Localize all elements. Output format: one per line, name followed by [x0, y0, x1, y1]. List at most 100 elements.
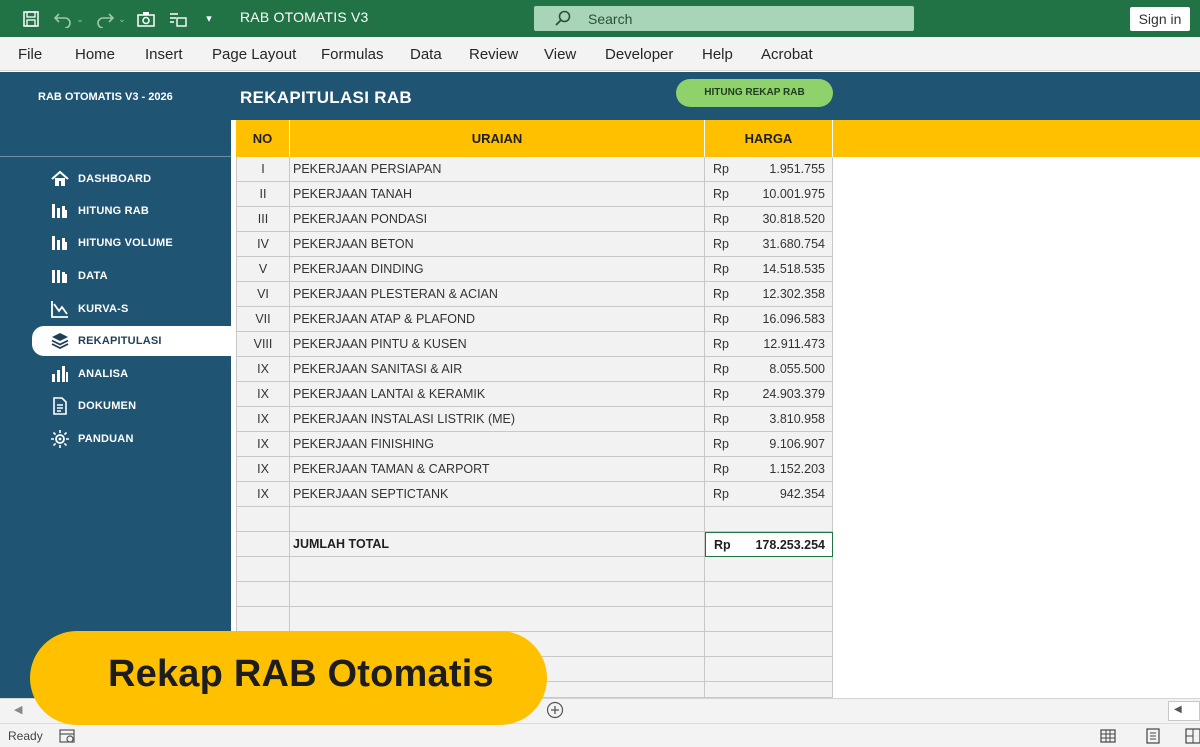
cell-uraian[interactable]: PEKERJAAN INSTALASI LISTRIK (ME): [290, 407, 705, 432]
tab-scroll-left-icon[interactable]: ◀: [14, 703, 22, 716]
cell-uraian[interactable]: PEKERJAAN SEPTICTANK: [290, 482, 705, 507]
page-layout-view-icon[interactable]: [1144, 727, 1162, 745]
table-row[interactable]: V PEKERJAAN DINDING Rp 14.518.535: [236, 257, 833, 282]
total-row[interactable]: JUMLAH TOTAL Rp 178.253.254: [236, 532, 833, 557]
tab-page-layout[interactable]: Page Layout: [212, 46, 296, 63]
page-break-view-icon[interactable]: [1184, 727, 1200, 745]
table-row[interactable]: IX PEKERJAAN LANTAI & KERAMIK Rp 24.903.3…: [236, 382, 833, 407]
cell-harga[interactable]: Rp 24.903.379: [705, 382, 833, 407]
sign-in-button[interactable]: Sign in: [1130, 7, 1190, 31]
cell-no[interactable]: IX: [236, 457, 290, 482]
cell-uraian[interactable]: PEKERJAAN SANITASI & AIR: [290, 357, 705, 382]
table-row[interactable]: VI PEKERJAAN PLESTERAN & ACIAN Rp 12.302.…: [236, 282, 833, 307]
table-row[interactable]: VIII PEKERJAAN PINTU & KUSEN Rp 12.911.47…: [236, 332, 833, 357]
cell-uraian[interactable]: [290, 607, 705, 632]
cell-harga[interactable]: Rp 12.911.473: [705, 332, 833, 357]
table-row[interactable]: IX PEKERJAAN INSTALASI LISTRIK (ME) Rp 3.…: [236, 407, 833, 432]
undo-icon[interactable]: [52, 8, 74, 30]
cell-harga[interactable]: Rp 9.106.907: [705, 432, 833, 457]
table-row[interactable]: IX PEKERJAAN TAMAN & CARPORT Rp 1.152.203: [236, 457, 833, 482]
sidebar-item-hitung-rab[interactable]: HITUNG RAB: [32, 196, 231, 226]
customize-toolbar-icon[interactable]: ▾: [198, 8, 220, 30]
cell-no[interactable]: [236, 507, 290, 532]
accessibility-check-icon[interactable]: [58, 727, 76, 745]
cell-uraian[interactable]: PEKERJAAN LANTAI & KERAMIK: [290, 382, 705, 407]
tab-acrobat[interactable]: Acrobat: [761, 46, 813, 63]
cell-uraian[interactable]: PEKERJAAN PONDASI: [290, 207, 705, 232]
form-icon[interactable]: [167, 8, 189, 30]
total-label[interactable]: JUMLAH TOTAL: [290, 532, 705, 557]
tab-file[interactable]: File: [18, 46, 42, 63]
cell-no[interactable]: III: [236, 207, 290, 232]
cell-no[interactable]: V: [236, 257, 290, 282]
cell-no[interactable]: [236, 607, 290, 632]
tab-view[interactable]: View: [544, 46, 576, 63]
cell-harga[interactable]: Rp 16.096.583: [705, 307, 833, 332]
cell-harga[interactable]: [705, 632, 833, 657]
cell-harga[interactable]: Rp 942.354: [705, 482, 833, 507]
add-sheet-icon[interactable]: [546, 701, 564, 719]
cell-no[interactable]: I: [236, 157, 290, 182]
cell-uraian[interactable]: [290, 582, 705, 607]
cell-no[interactable]: II: [236, 182, 290, 207]
scroll-left-arrow-icon[interactable]: ◀: [1174, 704, 1182, 715]
table-row[interactable]: IV PEKERJAAN BETON Rp 31.680.754: [236, 232, 833, 257]
cell-harga[interactable]: Rp 12.302.358: [705, 282, 833, 307]
cell-harga[interactable]: Rp 10.001.975: [705, 182, 833, 207]
sidebar-item-panduan[interactable]: PANDUAN: [32, 424, 231, 454]
empty-row[interactable]: [236, 607, 833, 632]
tab-formulas[interactable]: Formulas: [321, 46, 384, 63]
cell-harga[interactable]: Rp 8.055.500: [705, 357, 833, 382]
empty-row[interactable]: [236, 557, 833, 582]
undo-dropdown-icon[interactable]: ⌄: [74, 8, 86, 30]
cell-no[interactable]: IX: [236, 482, 290, 507]
redo-icon[interactable]: [94, 8, 116, 30]
tab-developer[interactable]: Developer: [605, 46, 673, 63]
cell-harga[interactable]: [705, 582, 833, 607]
camera-icon[interactable]: [135, 8, 157, 30]
sidebar-item-dokumen[interactable]: DOKUMEN: [32, 391, 231, 421]
table-row[interactable]: I PEKERJAAN PERSIAPAN Rp 1.951.755: [236, 157, 833, 182]
save-icon[interactable]: [20, 8, 42, 30]
cell-uraian[interactable]: PEKERJAAN DINDING: [290, 257, 705, 282]
table-row[interactable]: IX PEKERJAAN SEPTICTANK Rp 942.354: [236, 482, 833, 507]
empty-row[interactable]: [236, 507, 833, 532]
cell-uraian[interactable]: PEKERJAAN FINISHING: [290, 432, 705, 457]
cell-uraian[interactable]: PEKERJAAN PINTU & KUSEN: [290, 332, 705, 357]
total-cell[interactable]: Rp 178.253.254: [705, 532, 833, 557]
table-row[interactable]: VII PEKERJAAN ATAP & PLAFOND Rp 16.096.58…: [236, 307, 833, 332]
cell-harga[interactable]: Rp 1.152.203: [705, 457, 833, 482]
cell-harga[interactable]: Rp 30.818.520: [705, 207, 833, 232]
cell-uraian[interactable]: PEKERJAAN BETON: [290, 232, 705, 257]
cell-uraian[interactable]: PEKERJAAN PLESTERAN & ACIAN: [290, 282, 705, 307]
tab-home[interactable]: Home: [75, 46, 115, 63]
normal-view-icon[interactable]: [1099, 727, 1117, 745]
cell-harga[interactable]: Rp 1.951.755: [705, 157, 833, 182]
sidebar-item-analisa[interactable]: ANALISA: [32, 359, 231, 389]
cell-harga[interactable]: [705, 507, 833, 532]
cell-uraian[interactable]: PEKERJAAN TAMAN & CARPORT: [290, 457, 705, 482]
cell-uraian[interactable]: PEKERJAAN TANAH: [290, 182, 705, 207]
sidebar-item-hitung-volume[interactable]: HITUNG VOLUME: [32, 228, 231, 258]
table-row[interactable]: IX PEKERJAAN SANITASI & AIR Rp 8.055.500: [236, 357, 833, 382]
cell-harga[interactable]: [705, 682, 833, 698]
horizontal-scrollbar[interactable]: ◀: [1168, 701, 1200, 721]
cell-harga[interactable]: Rp 14.518.535: [705, 257, 833, 282]
table-row[interactable]: IX PEKERJAAN FINISHING Rp 9.106.907: [236, 432, 833, 457]
cell-uraian[interactable]: [290, 557, 705, 582]
sidebar-item-dashboard[interactable]: DASHBOARD: [32, 164, 231, 194]
empty-row[interactable]: [236, 582, 833, 607]
cell-no[interactable]: IV: [236, 232, 290, 257]
search-box[interactable]: Search: [534, 6, 914, 31]
tab-help[interactable]: Help: [702, 46, 733, 63]
table-row[interactable]: III PEKERJAAN PONDASI Rp 30.818.520: [236, 207, 833, 232]
sidebar-item-kurva-s[interactable]: KURVA-S: [32, 294, 231, 324]
cell-harga[interactable]: [705, 657, 833, 682]
cell-harga[interactable]: Rp 31.680.754: [705, 232, 833, 257]
table-row[interactable]: II PEKERJAAN TANAH Rp 10.001.975: [236, 182, 833, 207]
cell-no[interactable]: VIII: [236, 332, 290, 357]
cell-harga[interactable]: [705, 557, 833, 582]
tab-data[interactable]: Data: [410, 46, 442, 63]
cell-no[interactable]: IX: [236, 432, 290, 457]
cell-no[interactable]: VI: [236, 282, 290, 307]
